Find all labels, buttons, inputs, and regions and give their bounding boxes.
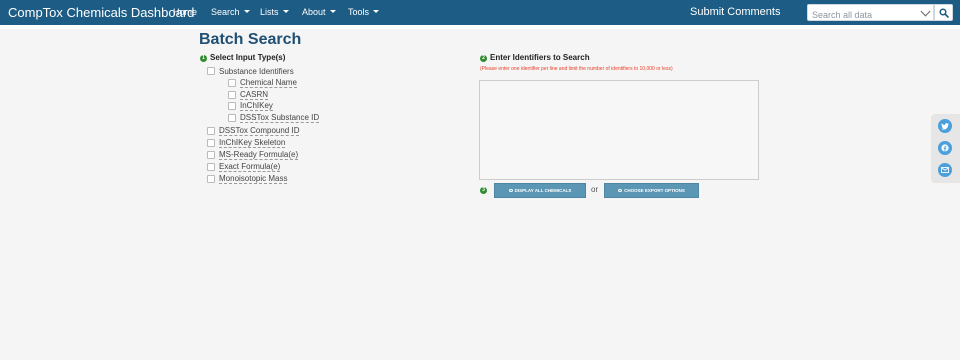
- checkbox[interactable]: [207, 175, 215, 183]
- option-chemical-name[interactable]: Chemical Name: [228, 78, 297, 88]
- search-icon: [938, 7, 949, 18]
- email-share-button[interactable]: [938, 163, 952, 177]
- option-monoisotopic-mass[interactable]: Monoisotopic Mass: [207, 174, 288, 184]
- option-inchikey[interactable]: InChIKey: [228, 101, 273, 111]
- step-badge-1: 1: [200, 55, 207, 62]
- input-types-heading: 1 Select Input Type(s): [200, 53, 285, 62]
- social-share-bar: [931, 114, 960, 183]
- option-inchikey-skeleton[interactable]: InChIKey Skeleton: [207, 138, 286, 148]
- nav-search[interactable]: Search: [211, 7, 250, 17]
- eye-icon: [508, 189, 513, 192]
- caret-down-icon: [282, 10, 289, 13]
- page-title: Batch Search: [199, 31, 302, 48]
- search-scope-dropdown-icon[interactable]: [920, 6, 931, 17]
- facebook-share-button[interactable]: [938, 141, 952, 155]
- option-dsstox-substance-id[interactable]: DSSTox Substance ID: [228, 113, 320, 123]
- option-label: Chemical Name: [240, 78, 297, 88]
- twitter-share-button[interactable]: [938, 119, 952, 133]
- option-exact-formula[interactable]: Exact Formula(e): [207, 162, 281, 172]
- facebook-icon: [941, 144, 949, 152]
- identifiers-heading: 2 Enter Identifiers to Search: [480, 53, 590, 62]
- caret-down-icon: [329, 10, 336, 13]
- display-all-chemicals-label: DISPLAY ALL CHEMICALS: [514, 188, 572, 193]
- input-types-label: Select Input Type(s): [210, 53, 286, 62]
- submit-comments-link[interactable]: Submit Comments: [690, 6, 780, 18]
- option-ms-ready-formula[interactable]: MS-Ready Formula(e): [207, 150, 299, 160]
- or-separator: or: [591, 185, 599, 194]
- identifiers-label: Enter Identifiers to Search: [490, 53, 590, 62]
- caret-down-icon: [243, 10, 250, 13]
- nav-lists-label: Lists: [260, 7, 279, 17]
- option-label: DSSTox Compound ID: [219, 126, 300, 136]
- option-dsstox-compound-id[interactable]: DSSTox Compound ID: [207, 126, 300, 136]
- nav-home[interactable]: Home: [173, 7, 197, 17]
- top-navbar: CompTox Chemicals Dashboard Home Search …: [0, 0, 960, 29]
- option-label: DSSTox Substance ID: [240, 113, 320, 123]
- checkbox[interactable]: [228, 114, 236, 122]
- option-label: InChIKey: [240, 101, 273, 111]
- global-search-input[interactable]: [808, 7, 918, 23]
- step-badge-2: 2: [480, 55, 487, 62]
- nav-about[interactable]: About: [302, 7, 336, 17]
- checkbox[interactable]: [228, 102, 236, 110]
- brand-link[interactable]: CompTox Chemicals Dashboard: [8, 5, 194, 20]
- option-label: Exact Formula(e): [219, 162, 281, 172]
- caret-down-icon: [373, 10, 380, 13]
- checkbox[interactable]: [207, 163, 215, 171]
- nav-lists[interactable]: Lists: [260, 7, 289, 17]
- nav-tools[interactable]: Tools: [348, 7, 380, 17]
- choose-export-options-label: CHOOSE EXPORT OPTIONS: [624, 188, 685, 193]
- global-search-field: [807, 4, 934, 23]
- option-casrn[interactable]: CASRN: [228, 90, 269, 100]
- email-icon: [941, 167, 949, 173]
- option-label: Substance Identifiers: [219, 66, 294, 76]
- option-label: CASRN: [240, 90, 269, 100]
- checkbox[interactable]: [207, 139, 215, 147]
- checkbox[interactable]: [207, 67, 215, 75]
- option-substance-identifiers[interactable]: Substance Identifiers: [207, 66, 294, 76]
- nav-tools-label: Tools: [348, 7, 370, 17]
- display-all-chemicals-button[interactable]: DISPLAY ALL CHEMICALS: [494, 183, 586, 198]
- option-label: Monoisotopic Mass: [219, 174, 288, 184]
- identifiers-textarea[interactable]: [479, 80, 759, 180]
- checkbox[interactable]: [207, 151, 215, 159]
- checkbox[interactable]: [228, 91, 236, 99]
- checkbox[interactable]: [228, 79, 236, 87]
- twitter-icon: [941, 122, 949, 130]
- option-label: MS-Ready Formula(e): [219, 150, 299, 160]
- checkbox[interactable]: [207, 127, 215, 135]
- identifiers-hint: (Please enter one identifier per line an…: [480, 66, 673, 72]
- nav-about-label: About: [302, 7, 326, 17]
- step-badge-3: 3: [480, 187, 487, 194]
- nav-search-label: Search: [211, 7, 240, 17]
- eye-icon: [618, 189, 623, 192]
- choose-export-options-button[interactable]: CHOOSE EXPORT OPTIONS: [604, 183, 699, 198]
- option-label: InChIKey Skeleton: [219, 138, 286, 148]
- nav-home-label: Home: [173, 7, 198, 17]
- global-search-button[interactable]: [934, 4, 953, 21]
